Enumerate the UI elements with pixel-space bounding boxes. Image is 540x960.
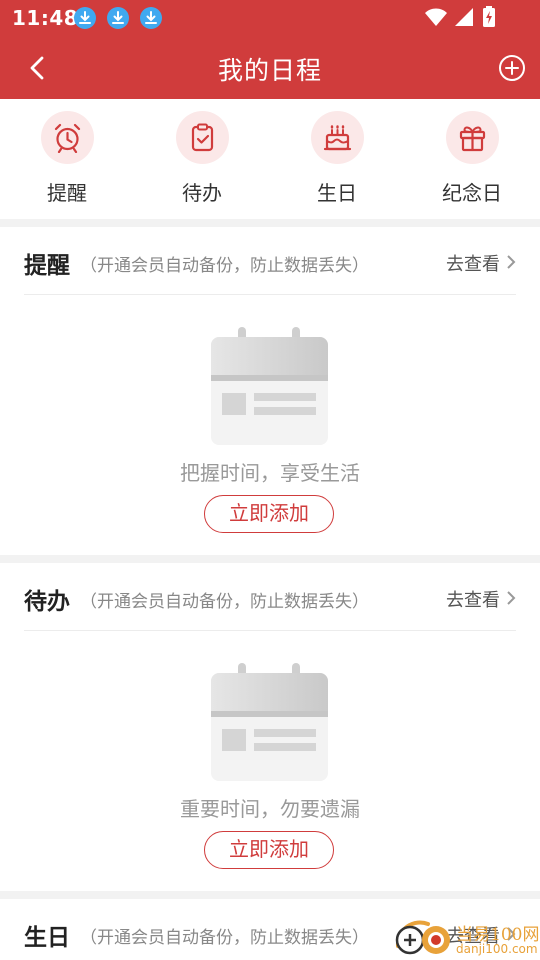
section-title: 待办 xyxy=(24,589,70,615)
watermark-logo xyxy=(392,916,454,960)
gift-icon xyxy=(446,111,499,164)
alarm-clock-icon xyxy=(41,111,94,164)
section-title: 提醒 xyxy=(24,253,70,279)
download-icon xyxy=(140,7,162,29)
category-todo[interactable]: 待办 xyxy=(152,111,252,207)
category-label: 待办 xyxy=(182,181,222,205)
category-label: 提醒 xyxy=(47,181,87,205)
category-birthday[interactable]: 生日 xyxy=(287,111,387,207)
reminder-section: 提醒 （开通会员自动备份，防止数据丢失） 去查看 把握时间，享受生活 立即添加 xyxy=(0,227,540,555)
section-subtitle: （开通会员自动备份，防止数据丢失） xyxy=(80,256,369,276)
watermark: 当易100网 danji100.com xyxy=(392,916,540,960)
wifi-icon xyxy=(425,8,447,26)
download-icon xyxy=(107,7,129,29)
signal-icon xyxy=(455,8,473,26)
view-more-link[interactable]: 去查看 xyxy=(446,586,516,612)
empty-state-text: 重要时间，勿要遗漏 xyxy=(180,797,360,821)
section-header: 提醒 （开通会员自动备份，防止数据丢失） 去查看 xyxy=(24,227,516,295)
view-more-label: 去查看 xyxy=(446,590,500,611)
watermark-url: danji100.com xyxy=(456,942,538,956)
section-header: 待办 （开通会员自动备份，防止数据丢失） 去查看 xyxy=(24,563,516,631)
section-subtitle: （开通会员自动备份，防止数据丢失） xyxy=(80,592,369,612)
status-bar: 11:48 xyxy=(0,0,540,36)
add-schedule-button[interactable] xyxy=(496,52,528,84)
category-label: 生日 xyxy=(317,181,357,205)
empty-state-text: 把握时间，享受生活 xyxy=(180,461,360,485)
download-icon xyxy=(74,7,96,29)
category-label: 纪念日 xyxy=(442,181,502,205)
chevron-right-icon xyxy=(506,253,516,274)
section-title: 生日 xyxy=(24,925,70,951)
navbar: 我的日程 xyxy=(0,36,540,99)
category-bar: 提醒 待办 生日 纪念日 xyxy=(0,99,540,219)
category-anniversary[interactable]: 纪念日 xyxy=(422,111,522,207)
battery-charging-icon xyxy=(483,6,495,27)
chevron-right-icon xyxy=(506,589,516,610)
category-reminder[interactable]: 提醒 xyxy=(17,111,117,207)
add-circle-icon xyxy=(499,55,525,81)
todo-section: 待办 （开通会员自动备份，防止数据丢失） 去查看 重要时间，勿要遗漏 立即添加 xyxy=(0,563,540,891)
section-subtitle: （开通会员自动备份，防止数据丢失） xyxy=(80,928,369,948)
view-more-label: 去查看 xyxy=(446,254,500,275)
page-title: 我的日程 xyxy=(217,56,322,85)
add-now-button[interactable]: 立即添加 xyxy=(204,495,334,533)
empty-calendar-icon xyxy=(210,663,330,783)
empty-calendar-icon xyxy=(210,327,330,447)
add-now-button[interactable]: 立即添加 xyxy=(204,831,334,869)
app-header: 11:48 我的日程 xyxy=(0,0,540,99)
clipboard-check-icon xyxy=(176,111,229,164)
birthday-cake-icon xyxy=(311,111,364,164)
view-more-link[interactable]: 去查看 xyxy=(446,250,516,276)
system-icons xyxy=(424,6,504,28)
status-time: 11:48 xyxy=(12,6,79,30)
